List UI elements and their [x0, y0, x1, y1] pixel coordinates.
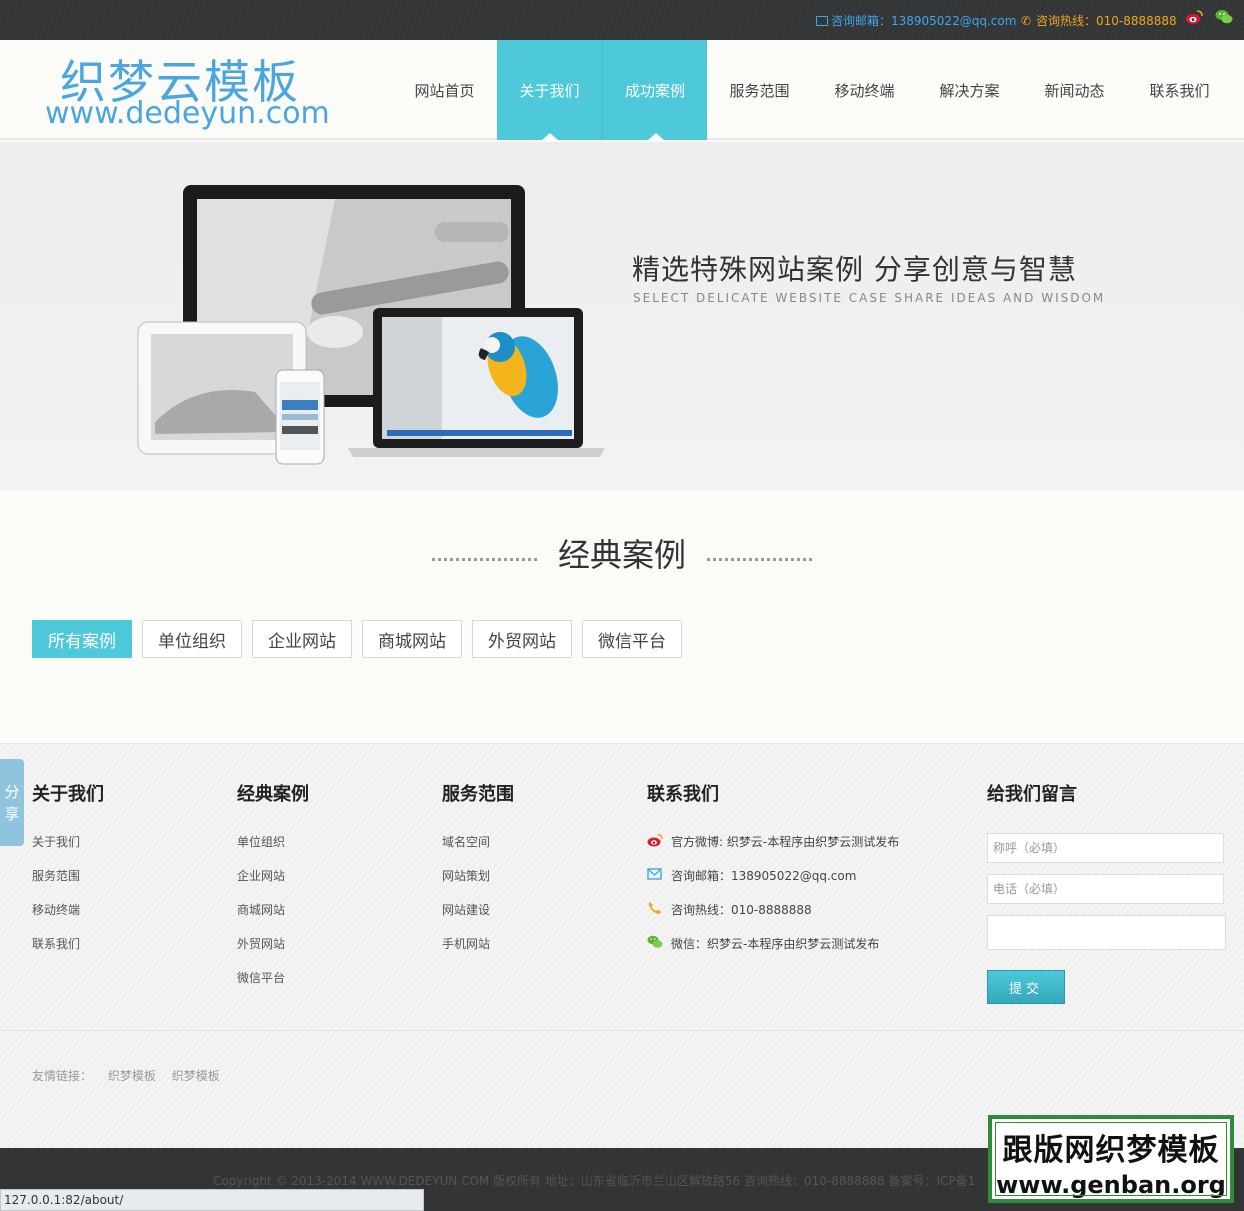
nav-cases[interactable]: 成功案例: [602, 40, 707, 140]
footer-services-title: 服务范围: [442, 784, 514, 805]
nav-services[interactable]: 服务范围: [707, 40, 812, 140]
nav-solutions[interactable]: 解决方案: [917, 40, 1022, 140]
footer-link[interactable]: 移动终端: [32, 901, 104, 935]
phone-icon: [648, 902, 661, 914]
footer-link[interactable]: 关于我们: [32, 833, 104, 867]
friend-link[interactable]: 织梦模板: [172, 1069, 220, 1083]
logo-text-en[interactable]: www.dedeyun.com: [45, 96, 330, 131]
friend-links-label: 友情链接：: [32, 1069, 93, 1083]
banner-subtitle: SELECT DELICATE WEBSITE CASE SHARE IDEAS…: [633, 291, 1106, 305]
main-nav: 网站首页 关于我们 成功案例 服务范围 移动终端 解决方案 新闻动态 联系我们: [392, 40, 1232, 140]
footer-contact-title: 联系我们: [647, 784, 719, 805]
dotted-divider-right: [707, 557, 813, 561]
devices-illustration: [137, 185, 605, 465]
nav-home[interactable]: 网站首页: [392, 40, 497, 140]
contact-email: 咨询邮箱：138905022@qq.com: [647, 867, 899, 901]
footer-link[interactable]: 手机网站: [442, 935, 514, 969]
contact-wechat-text: 微信：织梦云-本程序由织梦云测试发布: [671, 937, 880, 951]
header: 织梦云模板 www.dedeyun.com 网站首页 关于我们 成功案例 服务范…: [0, 40, 1244, 140]
banner-title: 精选特殊网站案例 分享创意与智慧: [632, 253, 1077, 286]
footer-link[interactable]: 域名空间: [442, 833, 514, 867]
footer-link[interactable]: 外贸网站: [237, 935, 309, 969]
wechat-icon: [647, 935, 663, 948]
watermark-line2: www.genban.org: [996, 1171, 1226, 1199]
phone-icon: ✆: [1021, 13, 1032, 28]
footer-link[interactable]: 联系我们: [32, 935, 104, 969]
footer-about-title: 关于我们: [32, 784, 104, 805]
wechat-icon[interactable]: [1215, 9, 1233, 25]
footer-message-title: 给我们留言: [987, 784, 1077, 805]
footer-link[interactable]: 服务范围: [32, 867, 104, 901]
watermark-line1: 跟版网织梦模板: [1002, 1133, 1220, 1168]
contact-email-text: 咨询邮箱：138905022@qq.com: [671, 869, 857, 883]
case-filters: 所有案例 单位组织 企业网站 商城网站 外贸网站 微信平台: [32, 620, 692, 658]
footer-divider: [0, 1030, 1244, 1031]
contact-hotline-text: 咨询热线：010-8888888: [671, 903, 812, 917]
contact-weibo-text: 官方微博: 织梦云-本程序由织梦云测试发布: [671, 835, 900, 849]
section-title: 经典案例: [557, 536, 686, 574]
friend-links: 友情链接： 织梦模板 织梦模板: [32, 1067, 232, 1084]
nav-contact[interactable]: 联系我们: [1127, 40, 1232, 140]
friend-link[interactable]: 织梦模板: [108, 1069, 156, 1083]
filter-organization[interactable]: 单位组织: [142, 620, 242, 658]
footer-about: 关于我们 关于我们 服务范围 移动终端 联系我们: [32, 780, 104, 969]
phone-input[interactable]: 电话（必填）: [987, 874, 1224, 904]
top-hotline: ✆ 咨询热线：010-8888888: [1021, 12, 1177, 29]
browser-status-bar: 127.0.0.1:82/about/: [0, 1189, 424, 1211]
contact-hotline: 咨询热线：010-8888888: [647, 901, 899, 935]
share-tab[interactable]: 分享: [0, 759, 24, 846]
contact-weibo: 官方微博: 织梦云-本程序由织梦云测试发布: [647, 833, 899, 867]
weibo-icon[interactable]: [1185, 9, 1203, 25]
name-input[interactable]: 称呼（必填）: [987, 833, 1224, 863]
footer-message: 给我们留言 称呼（必填） 电话（必填） 提交: [987, 780, 1226, 1004]
banner: 精选特殊网站案例 分享创意与智慧 SELECT DELICATE WEBSITE…: [0, 142, 1244, 490]
nav-news[interactable]: 新闻动态: [1022, 40, 1127, 140]
footer-link[interactable]: 网站建设: [442, 901, 514, 935]
weibo-icon: [647, 833, 663, 847]
footer-contact: 联系我们 官方微博: 织梦云-本程序由织梦云测试发布 咨询邮箱：13890502…: [647, 780, 899, 969]
top-email: 咨询邮箱：138905022@qq.com: [816, 12, 1016, 29]
nav-about[interactable]: 关于我们: [497, 40, 602, 140]
footer-cases: 经典案例 单位组织 企业网站 商城网站 外贸网站 微信平台: [237, 780, 309, 1003]
filter-all[interactable]: 所有案例: [32, 620, 132, 658]
nav-mobile[interactable]: 移动终端: [812, 40, 917, 140]
submit-button[interactable]: 提交: [987, 970, 1065, 1004]
watermark: 跟版网织梦模板 www.genban.org: [988, 1115, 1234, 1203]
top-email-text: 咨询邮箱：138905022@qq.com: [831, 14, 1017, 28]
message-textarea[interactable]: [987, 915, 1226, 950]
footer-link[interactable]: 网站策划: [442, 867, 514, 901]
footer-cases-title: 经典案例: [237, 784, 309, 805]
footer-link[interactable]: 微信平台: [237, 969, 309, 1003]
footer-link[interactable]: 企业网站: [237, 867, 309, 901]
footer-services: 服务范围 域名空间 网站策划 网站建设 手机网站: [442, 780, 514, 969]
copyright: Copyright © 2013-2014 WWW.DEDEYUN.COM 版权…: [213, 1174, 976, 1188]
contact-wechat: 微信：织梦云-本程序由织梦云测试发布: [647, 935, 899, 969]
filter-enterprise[interactable]: 企业网站: [252, 620, 352, 658]
mail-icon: [816, 15, 828, 26]
filter-foreign-trade[interactable]: 外贸网站: [472, 620, 572, 658]
filter-mall[interactable]: 商城网站: [362, 620, 462, 658]
footer-link[interactable]: 单位组织: [237, 833, 309, 867]
filter-wechat[interactable]: 微信平台: [582, 620, 682, 658]
footer-link[interactable]: 商城网站: [237, 901, 309, 935]
top-hotline-text: 咨询热线：010-8888888: [1036, 14, 1177, 28]
mail-icon: [647, 868, 662, 880]
top-bar: 咨询邮箱：138905022@qq.com ✆ 咨询热线：010-8888888: [0, 0, 1244, 40]
section-heading: 经典案例: [0, 530, 1244, 576]
dotted-divider-left: [431, 557, 537, 561]
